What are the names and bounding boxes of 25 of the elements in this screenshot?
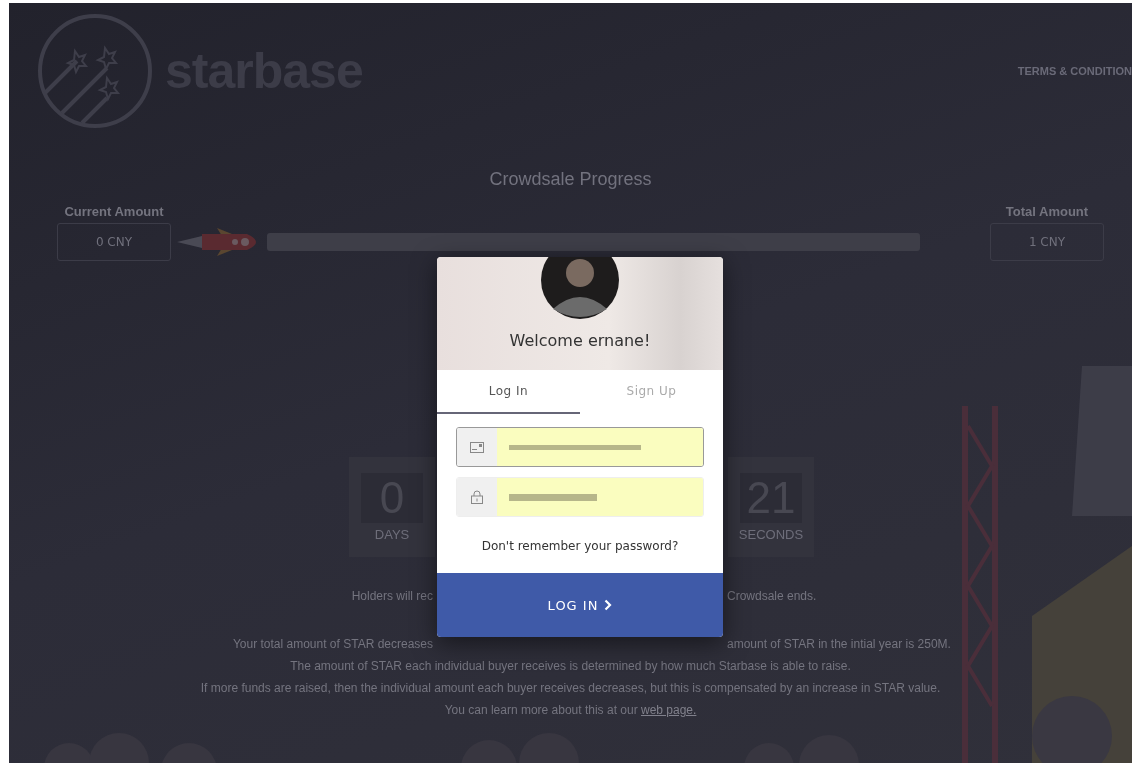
info-text: You can learn more about this at our web page. bbox=[444, 703, 697, 717]
total-amount-value: 1 CNY bbox=[990, 223, 1104, 261]
info-text: Holders will rec bbox=[351, 589, 433, 603]
countdown-unit: DAYS bbox=[374, 526, 410, 542]
input-field[interactable] bbox=[456, 427, 704, 467]
tab[interactable]: Log In bbox=[437, 370, 580, 414]
forgot-password-link[interactable]: Don't remember your password? bbox=[437, 539, 723, 553]
login-button[interactable]: LOG IN bbox=[437, 573, 723, 637]
shooting-stars-logo-icon bbox=[37, 13, 153, 129]
info-text: If more funds are raised, then the individual amount each buyer receives decreases, but this is compensated by an increase in STAR value. bbox=[200, 681, 941, 695]
lock-icon bbox=[471, 490, 483, 504]
current-amount-label: Current Amount bbox=[64, 204, 164, 219]
current-amount-value: 0 CNY bbox=[57, 223, 171, 261]
info-text: Crowdsale ends. bbox=[727, 589, 817, 603]
id-card-icon bbox=[470, 441, 484, 453]
info-text: The amount of STAR each individual buyer receives is determined by how much Starbase is able to raise. bbox=[290, 659, 851, 673]
chevron-right-icon bbox=[604, 599, 613, 611]
welcome-title: Welcome ernane! bbox=[509, 331, 651, 350]
info-text: Your total amount of STAR decreases bbox=[232, 637, 433, 651]
total-amount-label: Total Amount bbox=[1005, 204, 1089, 219]
countdown-unit: SECONDS bbox=[738, 526, 804, 542]
web-page-link[interactable]: web page. bbox=[641, 703, 697, 717]
info-text: amount of STAR in the intial year is 250M. bbox=[727, 637, 951, 651]
progress-title: Crowdsale Progress bbox=[488, 169, 653, 190]
avatar-icon bbox=[541, 257, 619, 319]
